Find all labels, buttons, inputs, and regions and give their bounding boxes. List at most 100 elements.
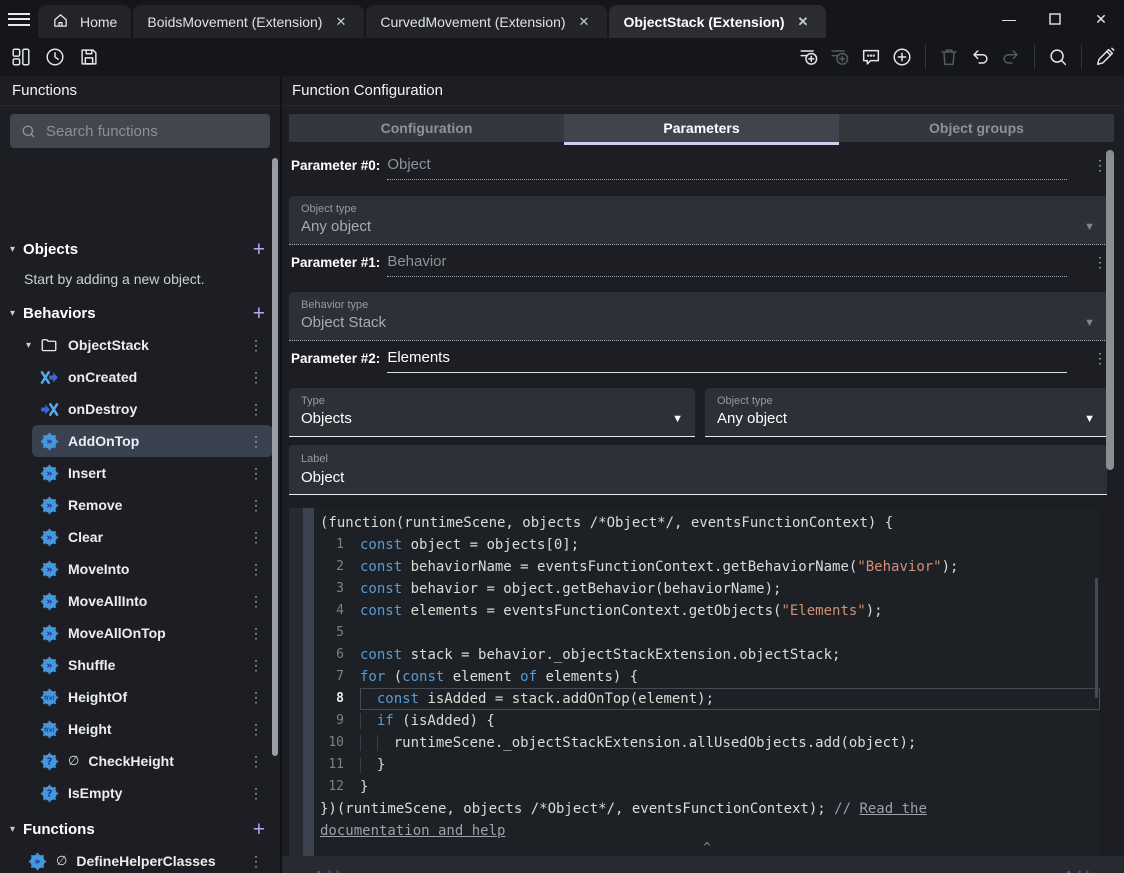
javascript-code-editor[interactable]: (function(runtimeScene, objects /*Object… xyxy=(314,508,1100,856)
search-icon[interactable] xyxy=(1047,46,1069,68)
code-line-10[interactable]: 10 runtimeScene._objectStackExtension.al… xyxy=(314,732,1100,754)
code-line-8[interactable]: 8 const isAdded = stack.addOnTop(element… xyxy=(314,688,1100,710)
sidebar-item-definehelperclasses[interactable]: » ∅ DefineHelperClasses ⋮ xyxy=(0,845,281,873)
item-menu-icon[interactable]: ⋮ xyxy=(249,593,263,610)
sidebar-item-checkheight[interactable]: ? ∅ CheckHeight ⋮ xyxy=(0,745,281,777)
code-line-6[interactable]: 6 const stack = behavior._objectStackExte… xyxy=(314,644,1100,666)
sidebar-item-addontop[interactable]: » AddOnTop ⋮ xyxy=(32,425,273,457)
parameter-0-menu-icon[interactable]: ⋮ xyxy=(1093,157,1107,180)
item-menu-icon[interactable]: ⋮ xyxy=(249,689,263,706)
code-line-12[interactable]: 12} xyxy=(314,776,1100,798)
close-tab-icon[interactable]: ✕ xyxy=(575,12,594,32)
parameter-1-name-input[interactable]: Behavior xyxy=(387,253,1067,277)
parameter-1-label: Parameter #1: xyxy=(291,255,381,270)
sidebar-item-shuffle[interactable]: » Shuffle ⋮ xyxy=(0,649,281,681)
tab-parameters[interactable]: Parameters xyxy=(564,114,839,145)
sidebar-item-insert[interactable]: » Insert ⋮ xyxy=(0,457,281,489)
sidebar-item-moveinto[interactable]: » MoveInto ⋮ xyxy=(0,553,281,585)
tab-object-groups[interactable]: Object groups xyxy=(839,114,1114,142)
editor-scrollbar[interactable] xyxy=(1095,578,1098,698)
hamburger-menu-icon[interactable] xyxy=(0,0,38,38)
edit-scene-icon[interactable] xyxy=(1094,46,1116,68)
folder-objectstack[interactable]: ▾ ObjectStack ⋮ xyxy=(0,329,281,361)
item-menu-icon[interactable]: ⋮ xyxy=(249,853,263,870)
save-icon[interactable] xyxy=(78,46,100,68)
item-menu-icon[interactable]: ⋮ xyxy=(249,433,263,450)
panels-icon[interactable] xyxy=(10,46,32,68)
documentation-link[interactable]: Read the xyxy=(859,801,926,817)
sidebar-item-ondestroy[interactable]: onDestroy ⋮ xyxy=(0,393,281,425)
maximize-button[interactable] xyxy=(1032,0,1078,38)
clipped-add-link[interactable]: Add xyxy=(314,868,339,873)
close-tab-icon[interactable]: ✕ xyxy=(793,12,812,32)
sidebar-item-heightof[interactable]: f(x) HeightOf ⋮ xyxy=(0,681,281,713)
sidebar-item-isempty[interactable]: ? IsEmpty ⋮ xyxy=(0,777,281,809)
item-menu-icon[interactable]: ⋮ xyxy=(249,785,263,802)
close-tab-icon[interactable]: ✕ xyxy=(331,12,350,32)
item-menu-icon[interactable]: ⋮ xyxy=(249,625,263,642)
add-behavior-disabled-icon[interactable] xyxy=(829,46,851,68)
item-menu-icon[interactable]: ⋮ xyxy=(249,497,263,514)
add-icon[interactable]: + xyxy=(253,819,265,840)
section-objects[interactable]: ▾ Objects + xyxy=(0,233,281,265)
sidebar-item-remove[interactable]: » Remove ⋮ xyxy=(0,489,281,521)
item-menu-icon[interactable]: ⋮ xyxy=(249,401,263,418)
editor-drag-handle[interactable] xyxy=(303,508,314,856)
code-line-3[interactable]: 3 const behavior = object.getBehavior(beh… xyxy=(314,578,1100,600)
item-menu-icon[interactable]: ⋮ xyxy=(249,465,263,482)
code-line-5[interactable]: 5 xyxy=(314,622,1100,644)
code-line-7[interactable]: 7 for (const element of elements) { xyxy=(314,666,1100,688)
item-menu-icon[interactable]: ⋮ xyxy=(249,721,263,738)
minimize-button[interactable]: — xyxy=(986,0,1032,38)
add-icon[interactable]: + xyxy=(253,239,265,260)
item-menu-icon[interactable]: ⋮ xyxy=(249,369,263,386)
add-circle-icon[interactable] xyxy=(891,46,913,68)
tab-curvedmovement[interactable]: CurvedMovement (Extension) ✕ xyxy=(366,5,608,38)
code-line-11[interactable]: 11 } xyxy=(314,754,1100,776)
fold-caret-icon[interactable]: ^ xyxy=(314,836,1100,854)
parameter-0-object-type-select[interactable]: Object type Any object ▼ xyxy=(289,196,1107,245)
sidebar-item-oncreated[interactable]: onCreated ⋮ xyxy=(0,361,281,393)
item-menu-icon[interactable]: ⋮ xyxy=(249,657,263,674)
comment-icon[interactable] xyxy=(860,46,882,68)
tab-boidsmovement[interactable]: BoidsMovement (Extension) ✕ xyxy=(133,5,365,38)
sidebar-scrollbar[interactable] xyxy=(272,158,278,756)
add-behavior-icon[interactable] xyxy=(798,46,820,68)
tab-objectstack[interactable]: ObjectStack (Extension) ✕ xyxy=(609,5,827,38)
parameter-2-name-input[interactable]: Elements xyxy=(387,349,1067,373)
redo-icon[interactable] xyxy=(1000,46,1022,68)
code-line-1[interactable]: 1 const object = objects[0]; xyxy=(314,534,1100,556)
field-label: Behavior type xyxy=(301,299,369,311)
close-window-button[interactable]: ✕ xyxy=(1078,0,1124,38)
code-line-2[interactable]: 2 const behaviorName = eventsFunctionCont… xyxy=(314,556,1100,578)
add-icon[interactable]: + xyxy=(253,303,265,324)
item-menu-icon[interactable]: ⋮ xyxy=(249,529,263,546)
sidebar-item-height[interactable]: f(x) Height ⋮ xyxy=(0,713,281,745)
parameter-2-menu-icon[interactable]: ⋮ xyxy=(1093,350,1107,373)
trash-icon[interactable] xyxy=(938,46,960,68)
tab-home[interactable]: Home xyxy=(38,5,132,38)
main-scrollbar[interactable] xyxy=(1106,150,1114,470)
parameter-2-label-field[interactable]: Label Object xyxy=(289,445,1107,495)
clipped-add-link[interactable]: Add xyxy=(1064,868,1089,873)
undo-icon[interactable] xyxy=(969,46,991,68)
code-line-4[interactable]: 4 const elements = eventsFunctionContext.… xyxy=(314,600,1100,622)
tab-configuration[interactable]: Configuration xyxy=(289,114,564,142)
parameter-1-menu-icon[interactable]: ⋮ xyxy=(1093,254,1107,277)
sidebar-item-clear[interactable]: » Clear ⋮ xyxy=(0,521,281,553)
parameter-2-object-type-select[interactable]: Object type Any object ▼ xyxy=(705,388,1107,437)
item-menu-icon[interactable]: ⋮ xyxy=(249,561,263,578)
section-behaviors[interactable]: ▾ Behaviors + xyxy=(0,297,281,329)
search-functions-box[interactable] xyxy=(10,114,270,148)
parameter-2-type-select[interactable]: Type Objects ▼ xyxy=(289,388,695,437)
item-menu-icon[interactable]: ⋮ xyxy=(249,753,263,770)
sidebar-item-moveallontop[interactable]: » MoveAllOnTop ⋮ xyxy=(0,617,281,649)
search-functions-input[interactable] xyxy=(46,122,246,140)
parameter-0-name-input[interactable]: Object xyxy=(387,156,1067,180)
sidebar-item-moveallinto[interactable]: » MoveAllInto ⋮ xyxy=(0,585,281,617)
code-line-9[interactable]: 9 if (isAdded) { xyxy=(314,710,1100,732)
section-functions[interactable]: ▾ Functions + xyxy=(0,813,281,845)
history-icon[interactable] xyxy=(44,46,66,68)
item-menu-icon[interactable]: ⋮ xyxy=(249,337,263,354)
parameter-1-behavior-type-select[interactable]: Behavior type Object Stack ▼ xyxy=(289,292,1107,341)
